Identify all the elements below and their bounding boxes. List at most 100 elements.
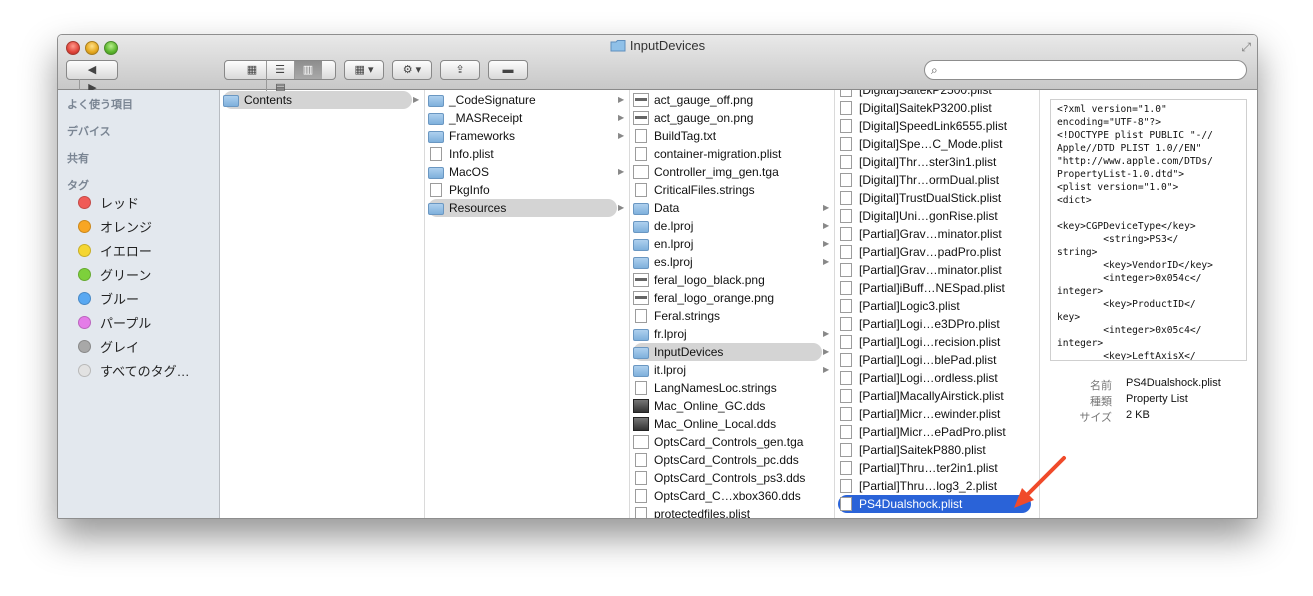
file-icon (840, 335, 852, 349)
file-row[interactable]: it.lproj (633, 361, 820, 379)
file-row[interactable]: [Digital]Uni…gonRise.plist (838, 207, 1025, 225)
file-row[interactable]: [Partial]Logi…ordless.plist (838, 369, 1025, 387)
sidebar-tag-2[interactable]: イエロー (78, 243, 152, 261)
info-name-label: 名前 (1090, 380, 1112, 392)
share-button[interactable]: ⇪ (440, 60, 480, 80)
file-row[interactable]: CriticalFiles.strings (633, 181, 820, 199)
sidebar-tag-7[interactable]: すべてのタグ… (78, 363, 190, 381)
file-row[interactable]: [Digital]SaitekP3200.plist (838, 99, 1025, 117)
sidebar-section-favorites[interactable]: よく使う項目 (67, 96, 133, 112)
list-view-button[interactable]: ☰ (265, 61, 294, 79)
file-icon (635, 507, 647, 518)
search-field[interactable]: ⌕ (924, 60, 1247, 80)
finder-window: InputDevices ⤢ ◀▶ ▦ ☰ ▥▤ ▦ ▾ ⚙ ▾ ⇪ ▬ ⌕ よく使… (57, 34, 1258, 519)
file-row[interactable]: [Partial]Grav…padPro.plist (838, 243, 1025, 261)
tag-color-dot-icon (78, 268, 91, 281)
file-icon (840, 299, 852, 313)
file-row[interactable]: feral_logo_orange.png (633, 289, 820, 307)
file-row[interactable]: [Digital]SaitekP2500.plist (838, 90, 1025, 99)
file-row[interactable]: container-migration.plist (633, 145, 820, 163)
file-row[interactable]: Feral.strings (633, 307, 820, 325)
file-row[interactable]: Mac_Online_GC.dds (633, 397, 820, 415)
file-name: PkgInfo (449, 183, 490, 197)
sidebar-section-shared[interactable]: 共有 (67, 150, 89, 166)
file-row[interactable]: Data (633, 199, 820, 217)
file-row[interactable]: LangNamesLoc.strings (633, 379, 820, 397)
tags-button[interactable]: ▬ (488, 60, 528, 80)
file-icon (840, 101, 852, 115)
sidebar-tag-4[interactable]: ブルー (78, 291, 139, 309)
file-row[interactable]: [Digital]Thr…ster3in1.plist (838, 153, 1025, 171)
file-name: LangNamesLoc.strings (654, 381, 777, 395)
file-row[interactable]: OptsCard_Controls_gen.tga (633, 433, 820, 451)
file-row[interactable]: [Digital]SpeedLink6555.plist (838, 117, 1025, 135)
file-row[interactable]: [Partial]Logi…recision.plist (838, 333, 1025, 351)
file-row[interactable]: [Partial]SaitekP880.plist (838, 441, 1025, 459)
file-row[interactable]: [Partial]iBuff…NESpad.plist (838, 279, 1025, 297)
action-button[interactable]: ⚙ ▾ (392, 60, 432, 80)
file-row[interactable]: _CodeSignature (428, 91, 615, 109)
file-row[interactable]: [Partial]Grav…minator.plist (838, 261, 1025, 279)
file-row[interactable]: PkgInfo (428, 181, 615, 199)
back-forward-control: ◀▶ (66, 60, 118, 97)
file-row[interactable]: [Partial]Thru…ter2in1.plist (838, 459, 1025, 477)
file-row[interactable]: de.lproj (633, 217, 820, 235)
annotation-arrow-icon (1014, 456, 1066, 508)
sidebar-tag-5[interactable]: パープル (78, 315, 151, 333)
file-row[interactable]: Resources (428, 199, 617, 217)
sidebar-tag-6[interactable]: グレイ (78, 339, 139, 357)
file-row[interactable]: Frameworks (428, 127, 615, 145)
sidebar-section-devices[interactable]: デバイス (67, 123, 111, 139)
sidebar-tag-0[interactable]: レッド (78, 195, 139, 213)
file-row[interactable]: [Partial]Grav…minator.plist (838, 225, 1025, 243)
sidebar-section-tags[interactable]: タグ (67, 177, 89, 193)
back-button[interactable]: ◀ (80, 61, 105, 79)
png-icon (633, 273, 649, 287)
sidebar-tag-1[interactable]: オレンジ (78, 219, 152, 237)
column-view-button[interactable]: ▥ (293, 61, 322, 79)
file-row[interactable]: [Partial]Thru…log3_2.plist (838, 477, 1025, 495)
file-row[interactable]: [Digital]TrustDualStick.plist (838, 189, 1025, 207)
disclosure-arrow-icon: ▶ (823, 365, 830, 374)
file-row[interactable]: Info.plist (428, 145, 615, 163)
icon-view-button[interactable]: ▦ (239, 61, 266, 79)
file-row[interactable]: Controller_img_gen.tga (633, 163, 820, 181)
file-row[interactable]: [Partial]Logi…e3DPro.plist (838, 315, 1025, 333)
file-row[interactable]: feral_logo_black.png (633, 271, 820, 289)
file-row[interactable]: [Partial]Micr…ePadPro.plist (838, 423, 1025, 441)
file-row[interactable]: OptsCard_C…xbox360.dds (633, 487, 820, 505)
file-row[interactable]: BuildTag.txt (633, 127, 820, 145)
search-input[interactable] (947, 62, 1241, 80)
file-row[interactable]: act_gauge_on.png (633, 109, 820, 127)
file-row[interactable]: OptsCard_Controls_ps3.dds (633, 469, 820, 487)
file-row[interactable]: MacOS (428, 163, 615, 181)
file-name: protectedfiles.plist (654, 507, 751, 518)
file-row[interactable]: PS4Dualshock.plist (838, 495, 1031, 513)
file-row[interactable]: en.lproj (633, 235, 820, 253)
file-name: [Partial]Thru…ter2in1.plist (859, 461, 998, 475)
info-kind-value: Property List (1126, 393, 1188, 405)
file-row[interactable]: _MASReceipt (428, 109, 615, 127)
file-row[interactable]: [Partial]Logi…blePad.plist (838, 351, 1025, 369)
file-row[interactable]: InputDevices (633, 343, 822, 361)
file-row[interactable]: Mac_Online_Local.dds (633, 415, 820, 433)
file-row[interactable]: [Digital]Spe…C_Mode.plist (838, 135, 1025, 153)
file-row[interactable]: act_gauge_off.png (633, 91, 820, 109)
sidebar-tag-label: すべてのタグ… (100, 364, 190, 379)
file-row[interactable]: OptsCard_Controls_pc.dds (633, 451, 820, 469)
file-row[interactable]: [Digital]Thr…ormDual.plist (838, 171, 1025, 189)
sidebar-tag-3[interactable]: グリーン (78, 267, 151, 285)
file-name: Data (654, 201, 680, 215)
file-icon (840, 407, 852, 421)
file-row[interactable]: [Partial]MacallyAirstick.plist (838, 387, 1025, 405)
file-row[interactable]: Contents (223, 91, 412, 109)
file-row[interactable]: fr.lproj (633, 325, 820, 343)
arrange-button[interactable]: ▦ ▾ (344, 60, 384, 80)
file-row[interactable]: protectedfiles.plist (633, 505, 820, 518)
folder-icon (610, 40, 626, 52)
arrange-icon: ▦ ▾ (354, 64, 374, 76)
file-row[interactable]: es.lproj (633, 253, 820, 271)
file-row[interactable]: [Partial]Logic3.plist (838, 297, 1025, 315)
fullscreen-icon[interactable]: ⤢ (1241, 40, 1251, 55)
file-row[interactable]: [Partial]Micr…ewinder.plist (838, 405, 1025, 423)
